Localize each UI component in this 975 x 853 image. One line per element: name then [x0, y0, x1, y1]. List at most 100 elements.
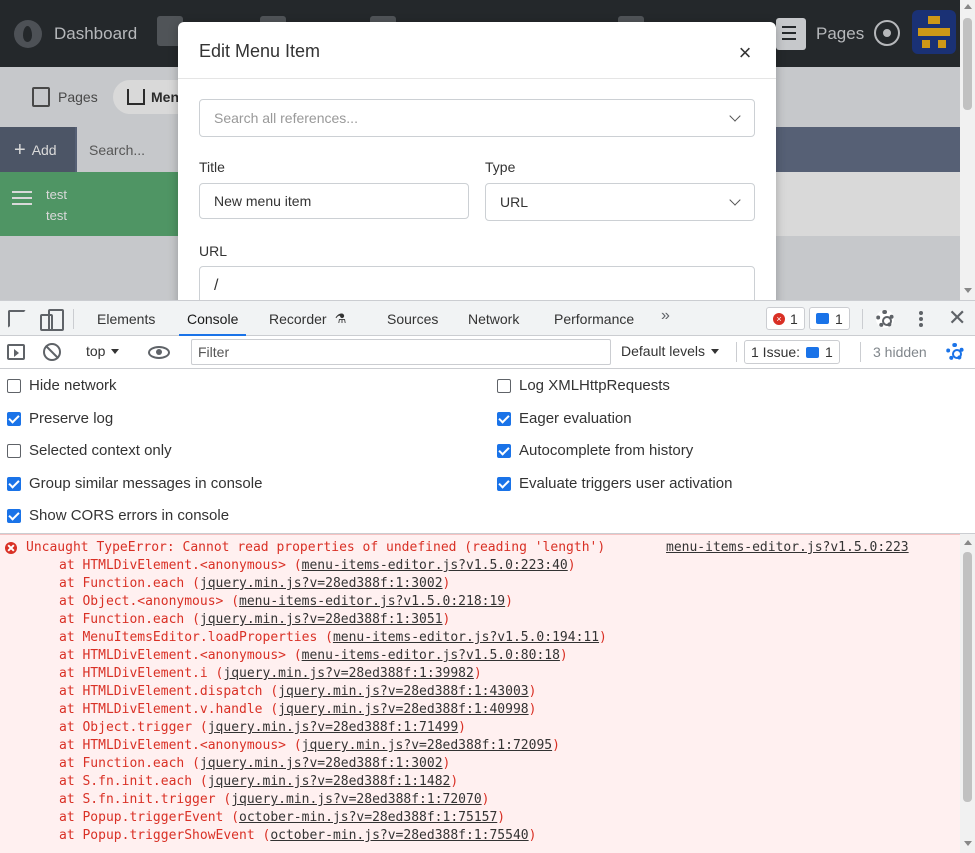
stack-frame-function: at Object.trigger: [59, 720, 200, 735]
error-icon: [5, 542, 17, 554]
stack-frame-location-link[interactable]: jquery.min.js?v=28ed388f:1:39982: [223, 666, 473, 681]
stack-frame-function: at Popup.triggerShowEvent: [59, 828, 263, 843]
option-show-cors-errors[interactable]: Show CORS errors in console: [7, 507, 229, 524]
scroll-up-icon[interactable]: [964, 4, 972, 9]
paren: ): [497, 810, 506, 825]
option-label: Eager evaluation: [519, 410, 632, 427]
stack-frame-location-link[interactable]: menu-items-editor.js?v1.5.0:80:18: [302, 648, 560, 663]
console-settings-panel: Hide network Preserve log Selected conte…: [0, 369, 975, 534]
error-count-badge[interactable]: × 1: [766, 307, 805, 330]
filter-input[interactable]: Filter: [191, 339, 611, 365]
dropdown-arrow-icon: [111, 349, 120, 354]
device-toolbar-icon[interactable]: [40, 309, 64, 331]
option-label: Selected context only: [29, 442, 172, 459]
console-settings-gear-icon[interactable]: [946, 343, 964, 361]
chevron-down-icon: [729, 194, 741, 206]
console-scrollbar[interactable]: [960, 534, 975, 853]
option-eager-evaluation[interactable]: Eager evaluation: [497, 410, 632, 427]
stack-frame-function: at S.fn.init.each: [59, 774, 200, 789]
log-levels-select[interactable]: Default levels: [621, 343, 720, 359]
stack-frame-location-link[interactable]: jquery.min.js?v=28ed388f:1:3002: [200, 576, 443, 591]
stack-frame-location-link[interactable]: menu-items-editor.js?v1.5.0:223:40: [302, 558, 568, 573]
close-devtools-icon[interactable]: ✕: [948, 305, 966, 331]
tab-console[interactable]: Console: [178, 301, 247, 336]
screen: Dashboard Pages Pages Men + Add Search..…: [0, 0, 975, 853]
context-select[interactable]: top: [86, 343, 120, 359]
page-scrollbar[interactable]: [960, 0, 975, 300]
stack-frame-function: at HTMLDivElement.v.handle: [59, 702, 271, 717]
option-label: Show CORS errors in console: [29, 507, 230, 524]
tab-performance[interactable]: Performance: [554, 301, 634, 336]
paren: (: [270, 702, 279, 717]
close-icon[interactable]: ×: [734, 42, 756, 64]
tab-network[interactable]: Network: [468, 301, 519, 336]
tab-recorder[interactable]: Recorder ⚗: [269, 301, 346, 336]
console-output: Uncaught TypeError: Cannot read properti…: [0, 534, 960, 853]
checkbox[interactable]: [7, 378, 21, 393]
issues-label: 1 Issue:: [751, 344, 801, 360]
error-count: 1: [790, 310, 798, 327]
title-input[interactable]: New menu item: [199, 183, 469, 219]
checkbox[interactable]: [497, 443, 511, 458]
stack-frame-location-link[interactable]: jquery.min.js?v=28ed388f:1:72070: [231, 792, 481, 807]
option-group-similar[interactable]: Group similar messages in console: [7, 475, 262, 492]
stack-frame: at HTMLDivElement.dispatch (jquery.min.j…: [59, 684, 536, 699]
stack-frame-location-link[interactable]: jquery.min.js?v=28ed388f:1:3002: [200, 756, 443, 771]
paren: ): [458, 720, 466, 735]
paren: ): [599, 630, 607, 645]
stack-frame-location-link[interactable]: october-min.js?v=28ed388f:1:75157: [239, 810, 497, 825]
type-select-value: URL: [500, 194, 529, 210]
stack-frame-location-link[interactable]: menu-items-editor.js?v1.5.0:218:19: [239, 594, 505, 609]
stack-frame-location-link[interactable]: october-min.js?v=28ed388f:1:75540: [270, 828, 528, 843]
more-tabs-icon[interactable]: »: [661, 307, 670, 325]
option-evaluate-triggers[interactable]: Evaluate triggers user activation: [497, 475, 732, 492]
paren: (: [270, 684, 279, 699]
clear-console-icon[interactable]: [43, 343, 61, 361]
tab-sources[interactable]: Sources: [387, 301, 438, 336]
checkbox[interactable]: [7, 443, 21, 458]
stack-frame-location-link[interactable]: jquery.min.js?v=28ed388f:1:72095: [302, 738, 552, 753]
inspect-element-icon[interactable]: [8, 310, 26, 328]
stack-frame: at HTMLDivElement.<anonymous> (menu-item…: [59, 558, 576, 573]
stack-frame-location-link[interactable]: jquery.min.js?v=28ed388f:1:40998: [278, 702, 528, 717]
scroll-up-icon[interactable]: [964, 540, 972, 545]
stack-frame-location-link[interactable]: jquery.min.js?v=28ed388f:1:1482: [208, 774, 451, 789]
checkbox[interactable]: [497, 378, 511, 393]
option-autocomplete-history[interactable]: Autocomplete from history: [497, 442, 693, 459]
stack-frame-location-link[interactable]: menu-items-editor.js?v1.5.0:194:11: [333, 630, 599, 645]
scrollbar-thumb[interactable]: [963, 18, 972, 110]
scrollbar-thumb[interactable]: [963, 552, 972, 802]
paren: (: [231, 594, 240, 609]
message-icon: [806, 346, 820, 358]
stack-frame-function: at Object.<anonymous>: [59, 594, 232, 609]
stack-frame: at HTMLDivElement.i (jquery.min.js?v=28e…: [59, 666, 482, 681]
tab-elements[interactable]: Elements: [97, 301, 155, 336]
checkbox[interactable]: [7, 508, 21, 523]
console-sidebar-icon[interactable]: [7, 344, 25, 360]
reference-search-select[interactable]: Search all references...: [199, 99, 755, 137]
checkbox[interactable]: [497, 411, 511, 426]
more-options-icon[interactable]: [919, 311, 923, 315]
stack-frame: at MenuItemsEditor.loadProperties (menu-…: [59, 630, 607, 645]
stack-frame-location-link[interactable]: jquery.min.js?v=28ed388f:1:3051: [200, 612, 443, 627]
message-count-badge[interactable]: 1: [809, 307, 850, 330]
paren: ): [559, 648, 568, 663]
checkbox[interactable]: [7, 411, 21, 426]
issues-button[interactable]: 1 Issue: 1: [744, 340, 840, 364]
error-source-link[interactable]: menu-items-editor.js?v1.5.0:223: [666, 540, 909, 555]
settings-gear-icon[interactable]: [876, 310, 894, 328]
stack-frame-location-link[interactable]: jquery.min.js?v=28ed388f:1:71499: [208, 720, 458, 735]
stack-frame-location-link[interactable]: jquery.min.js?v=28ed388f:1:43003: [278, 684, 528, 699]
option-hide-network[interactable]: Hide network: [7, 377, 117, 394]
option-selected-context-only[interactable]: Selected context only: [7, 442, 172, 459]
paren: (: [293, 648, 302, 663]
option-log-xmlhttprequests[interactable]: Log XMLHttpRequests: [497, 377, 670, 394]
checkbox[interactable]: [497, 476, 511, 491]
scroll-down-icon[interactable]: [964, 288, 972, 293]
type-select[interactable]: URL: [485, 183, 755, 221]
option-preserve-log[interactable]: Preserve log: [7, 410, 113, 427]
live-expression-eye-icon[interactable]: [148, 346, 170, 359]
stack-frame: at Popup.triggerShowEvent (october-min.j…: [59, 828, 536, 843]
checkbox[interactable]: [7, 476, 21, 491]
scroll-down-icon[interactable]: [964, 841, 972, 846]
